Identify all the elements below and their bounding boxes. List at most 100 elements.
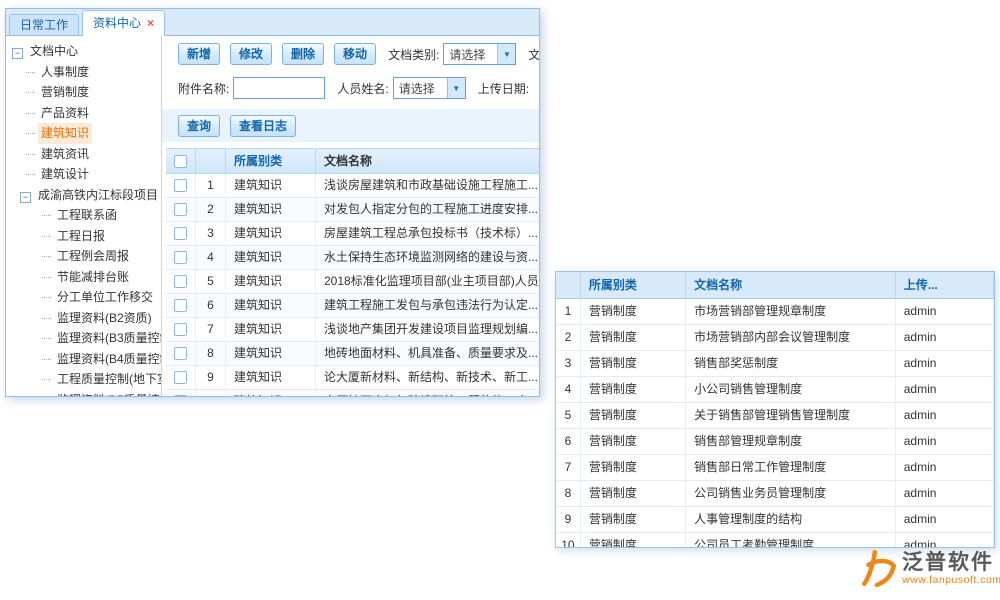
tree-branch-line — [42, 256, 51, 257]
marketing-document-row[interactable]: 6 营销制度 销售部管理规章制度 admin — [556, 429, 994, 455]
tab-data-center[interactable]: 资料中心× — [82, 10, 165, 36]
document-row[interactable]: 4 建筑知识 水土保持生态环境监测网络的建设与资... — [166, 246, 539, 270]
collapse-icon[interactable]: − — [12, 48, 23, 59]
row-checkbox[interactable] — [174, 227, 187, 240]
tree-item-project-folder[interactable]: 监理资料(B5质量控制) — [12, 390, 161, 397]
query-button[interactable]: 查询 — [178, 115, 220, 137]
tree-branch-line — [26, 174, 35, 175]
row-checkbox[interactable] — [174, 371, 187, 384]
marketing-document-row[interactable]: 9 营销制度 人事管理制度的结构 admin — [556, 507, 994, 533]
marketing-document-row[interactable]: 10 营销制度 公司员工考勤管理制度 admin — [556, 533, 994, 548]
add-button[interactable]: 新增 — [178, 43, 220, 65]
row-checkbox[interactable] — [174, 179, 187, 192]
row-document-name: 论大厦新材料、新结构、新技术、新工... — [316, 366, 539, 389]
row-document-name: 对发包人指定分包的工程施工进度安排... — [316, 198, 539, 221]
toolbar: 新增 修改 删除 移动 文档类别: 请选择 ▼ 文档名称: — [162, 43, 539, 65]
tree-root-label: 文档中心 — [27, 41, 81, 62]
tree-item-project-folder[interactable]: 监理资料(B2资质) — [12, 308, 161, 329]
tree-item-project-folder[interactable]: 监理资料(B4质量控制) — [12, 349, 161, 370]
tree-item-category[interactable]: 人事制度 — [12, 62, 161, 83]
document-row[interactable]: 10 建筑知识 大厦地下室加气砼墙砌筑工程的施工方... — [166, 390, 539, 396]
row-checkbox[interactable] — [174, 275, 187, 288]
row-index: 10 — [196, 390, 226, 396]
data-center-window: 日常工作 资料中心× −文档中心 人事制度 营销制度 产品资料 建筑知识 建筑资… — [5, 8, 540, 397]
row-document-name: 大厦地下室加气砼墙砌筑工程的施工方... — [316, 390, 539, 396]
tree-item-project-folder[interactable]: 工程质量控制(地下室) — [12, 369, 161, 390]
tree-item-label: 节能减排台账 — [54, 267, 132, 288]
marketing-document-row[interactable]: 1 营销制度 市场营销部管理规章制度 admin — [556, 299, 994, 325]
column-header-category: 所属别类 — [581, 272, 686, 298]
tree-item-category[interactable]: 产品资料 — [12, 103, 161, 124]
tree-item-project-folder[interactable]: 工程联系函 — [12, 205, 161, 226]
doc-type-select[interactable]: 请选择 ▼ — [443, 43, 516, 65]
row-checkbox[interactable] — [174, 347, 187, 360]
tree-root-document-center[interactable]: −文档中心 — [12, 41, 161, 62]
row-document-name: 建筑工程施工发包与承包违法行为认定... — [316, 294, 539, 317]
row-category: 营销制度 — [581, 377, 686, 402]
view-log-button[interactable]: 查看日志 — [230, 115, 296, 137]
document-row[interactable]: 8 建筑知识 地砖地面材料、机具准备、质量要求及... — [166, 342, 539, 366]
document-row[interactable]: 3 建筑知识 房屋建筑工程总承包投标书（技术标）... — [166, 222, 539, 246]
row-document-name: 房屋建筑工程总承包投标书（技术标）... — [316, 222, 539, 245]
collapse-icon[interactable]: − — [20, 192, 31, 203]
marketing-document-row[interactable]: 5 营销制度 关于销售部管理销售管理制度 admin — [556, 403, 994, 429]
document-row[interactable]: 7 建筑知识 浅谈地产集团开发建设项目监理规划编... — [166, 318, 539, 342]
tree-item-category[interactable]: 营销制度 — [12, 82, 161, 103]
select-all-checkbox[interactable] — [174, 155, 187, 168]
delete-button[interactable]: 删除 — [282, 43, 324, 65]
row-index: 9 — [196, 366, 226, 389]
row-category: 建筑知识 — [226, 222, 316, 245]
row-uploader: admin — [896, 507, 994, 532]
row-index: 3 — [556, 351, 581, 376]
tree-item-category[interactable]: 建筑设计 — [12, 164, 161, 185]
row-category: 建筑知识 — [226, 390, 316, 396]
tree-branch-line — [26, 154, 35, 155]
row-category: 建筑知识 — [226, 318, 316, 341]
marketing-document-row[interactable]: 3 营销制度 销售部奖惩制度 admin — [556, 351, 994, 377]
tree-item-project-folder[interactable]: 工程例会周报 — [12, 246, 161, 267]
document-category-list: 人事制度 营销制度 产品资料 建筑知识 建筑资讯 建筑设计 — [12, 62, 161, 185]
person-name-select[interactable]: 请选择 ▼ — [393, 77, 466, 99]
attachment-name-input[interactable] — [233, 77, 325, 99]
document-row[interactable]: 6 建筑知识 建筑工程施工发包与承包违法行为认定... — [166, 294, 539, 318]
document-row[interactable]: 2 建筑知识 对发包人指定分包的工程施工进度安排... — [166, 198, 539, 222]
tree-branch-line — [42, 359, 51, 360]
tree-item-category[interactable]: 建筑资讯 — [12, 144, 161, 165]
tree-item-project-folder[interactable]: 监理资料(B3质量控制) — [12, 328, 161, 349]
tab-close-icon[interactable]: × — [147, 16, 154, 30]
row-checkbox[interactable] — [174, 203, 187, 216]
document-row[interactable]: 9 建筑知识 论大厦新材料、新结构、新技术、新工... — [166, 366, 539, 390]
chevron-down-icon: ▼ — [447, 78, 465, 98]
row-checkbox[interactable] — [174, 251, 187, 264]
document-row[interactable]: 1 建筑知识 浅谈房屋建筑和市政基础设施工程施工... — [166, 174, 539, 198]
marketing-document-row[interactable]: 8 营销制度 公司销售业务员管理制度 admin — [556, 481, 994, 507]
row-index: 6 — [556, 429, 581, 454]
row-checkbox[interactable] — [174, 299, 187, 312]
row-checkbox[interactable] — [174, 323, 187, 336]
tree-item-project-folder[interactable]: 工程日报 — [12, 226, 161, 247]
tree-branch-line — [42, 215, 51, 216]
tree-branch-line — [26, 72, 35, 73]
marketing-document-row[interactable]: 2 营销制度 市场营销部内部会议管理制度 admin — [556, 325, 994, 351]
row-document-name: 小公司销售管理制度 — [686, 377, 896, 402]
document-row[interactable]: 5 建筑知识 2018标准化监理项目部(业主项目部)人员... — [166, 270, 539, 294]
tree-root-project[interactable]: −成渝高铁内江标段项目 — [12, 185, 161, 206]
brand-url: www.fanpusoft.com — [902, 574, 1000, 586]
row-index: 7 — [556, 455, 581, 480]
row-index: 2 — [556, 325, 581, 350]
row-checkbox[interactable] — [174, 395, 187, 396]
row-category: 建筑知识 — [226, 294, 316, 317]
tree-item-category[interactable]: 建筑知识 — [12, 123, 161, 144]
move-button[interactable]: 移动 — [334, 43, 376, 65]
tree-item-project-folder[interactable]: 节能减排台账 — [12, 267, 161, 288]
row-document-name: 浅谈房屋建筑和市政基础设施工程施工... — [316, 174, 539, 197]
brand-logo: 泛普软件 www.fanpusoft.com — [860, 549, 1000, 587]
marketing-document-row[interactable]: 4 营销制度 小公司销售管理制度 admin — [556, 377, 994, 403]
marketing-document-row[interactable]: 7 营销制度 销售部日常工作管理制度 admin — [556, 455, 994, 481]
modify-button[interactable]: 修改 — [230, 43, 272, 65]
row-index: 4 — [556, 377, 581, 402]
row-document-name: 浅谈地产集团开发建设项目监理规划编... — [316, 318, 539, 341]
action-row: 查询 查看日志 — [162, 109, 539, 142]
tab-daily-work[interactable]: 日常工作 — [9, 14, 79, 35]
tree-item-project-folder[interactable]: 分工单位工作移交 — [12, 287, 161, 308]
